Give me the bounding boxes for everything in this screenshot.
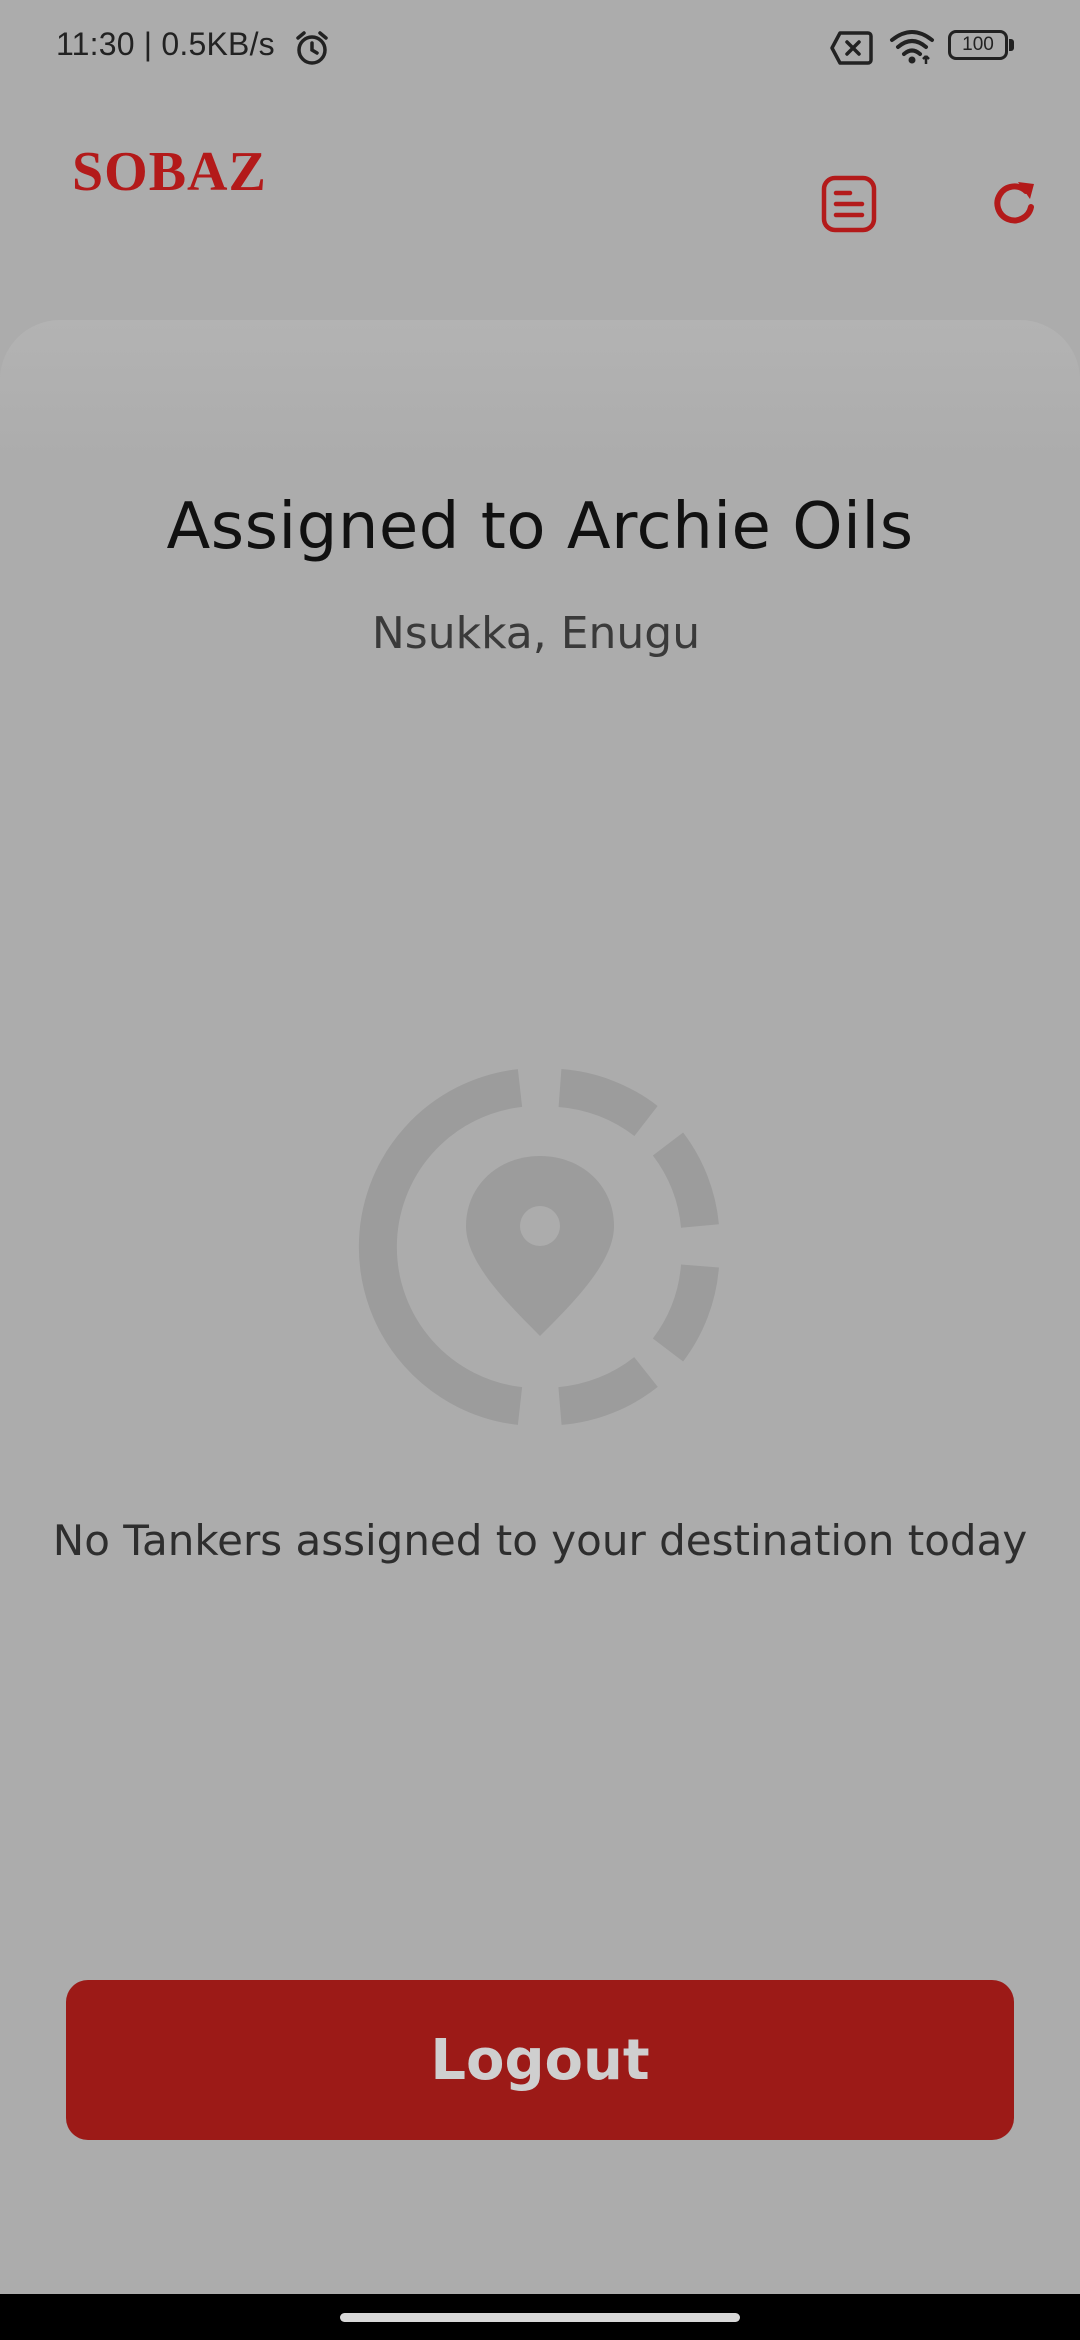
status-time-speed: 11:30 | 0.5KB/s: [56, 26, 275, 62]
assignment-location: Nsukka, Enugu: [371, 608, 701, 659]
battery-tip: [1009, 39, 1014, 51]
wifi-icon: [890, 30, 934, 64]
battery-level: 100: [948, 30, 1008, 60]
document-list-button[interactable]: [820, 174, 878, 234]
location-pin-target-icon: [358, 1069, 719, 1425]
assignment-title: Assigned to Archie Oils: [166, 490, 914, 564]
document-list-icon: [821, 175, 877, 233]
sim-off-icon: [830, 31, 873, 65]
empty-state-message: No Tankers assigned to your destination …: [52, 1516, 1028, 1565]
app-logo: SOBAZ: [72, 141, 267, 203]
logout-button[interactable]: Logout: [66, 1980, 1014, 2140]
home-indicator[interactable]: [340, 2313, 740, 2322]
battery-icon: 100: [948, 30, 1018, 64]
status-bar: 11:30 | 0.5KB/s 100: [0, 0, 1080, 96]
refresh-button[interactable]: [990, 176, 1040, 230]
alarm-icon: [296, 31, 328, 65]
content-card-top: [0, 320, 1080, 460]
refresh-icon: [994, 182, 1034, 224]
